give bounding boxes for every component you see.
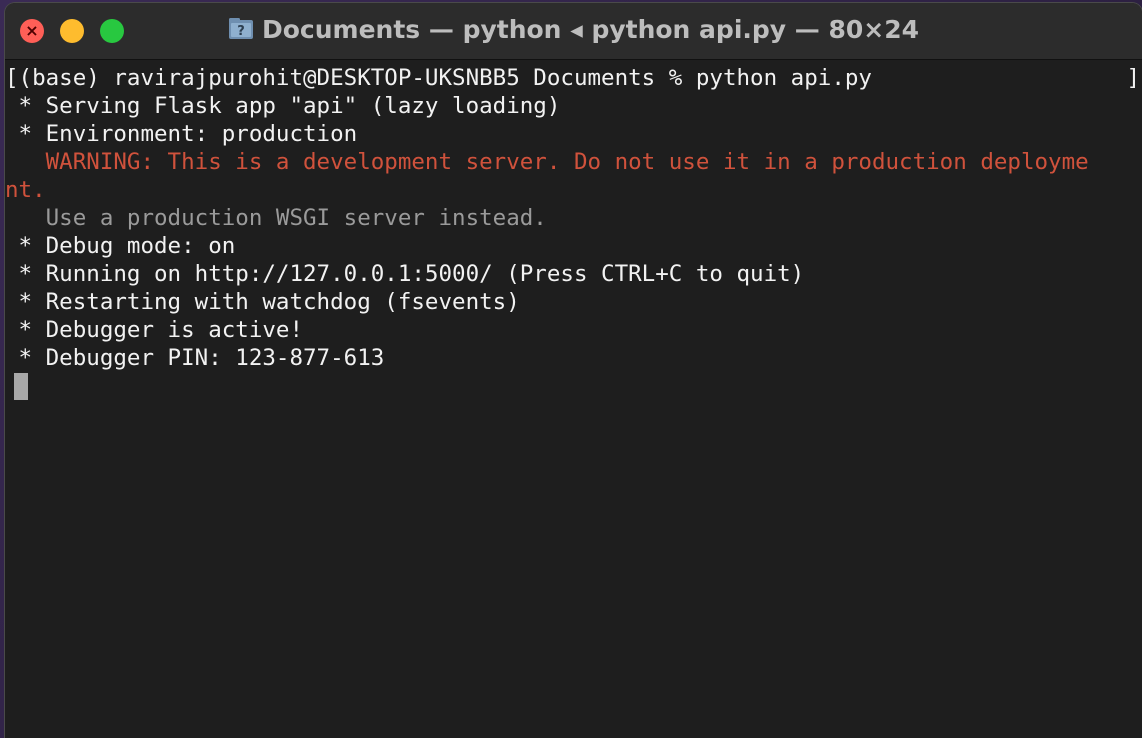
output-line: * Debugger is active! [5, 317, 304, 343]
folder-icon: ? [228, 18, 253, 39]
window-title: Documents — python ◂ python api.py — 80×… [261, 15, 920, 44]
title-bar[interactable]: × ? Documents — python ◂ python api.py —… [5, 3, 1142, 60]
svg-text:?: ? [237, 24, 245, 39]
right-bracket: ] [1126, 65, 1140, 91]
terminal-output[interactable]: [(base) ravirajpurohit@DESKTOP-UKSNBB5 D… [5, 60, 1142, 738]
output-line: * Restarting with watchdog (fsevents) [5, 289, 520, 315]
warning-line: WARNING: This is a development server. D… [5, 149, 1089, 175]
warning-line-wrap: nt. [5, 177, 46, 203]
output-line: * Debugger PIN: 123-877-613 [5, 345, 385, 371]
output-line: * Serving Flask app "api" (lazy loading) [5, 93, 561, 119]
prompt-line: [(base) ravirajpurohit@DESKTOP-UKSNBB5 D… [5, 65, 872, 91]
output-line: * Debug mode: on [5, 233, 236, 259]
desktop-background: × ? Documents — python ◂ python api.py —… [0, 0, 1142, 738]
output-line: * Running on http://127.0.0.1:5000/ (Pre… [5, 261, 805, 287]
window-title-container: ? Documents — python ◂ python api.py — 8… [5, 3, 1142, 59]
text-cursor [14, 373, 28, 400]
terminal-window[interactable]: × ? Documents — python ◂ python api.py —… [5, 3, 1142, 738]
output-line: * Environment: production [5, 121, 358, 147]
hint-line: Use a production WSGI server instead. [5, 205, 547, 231]
